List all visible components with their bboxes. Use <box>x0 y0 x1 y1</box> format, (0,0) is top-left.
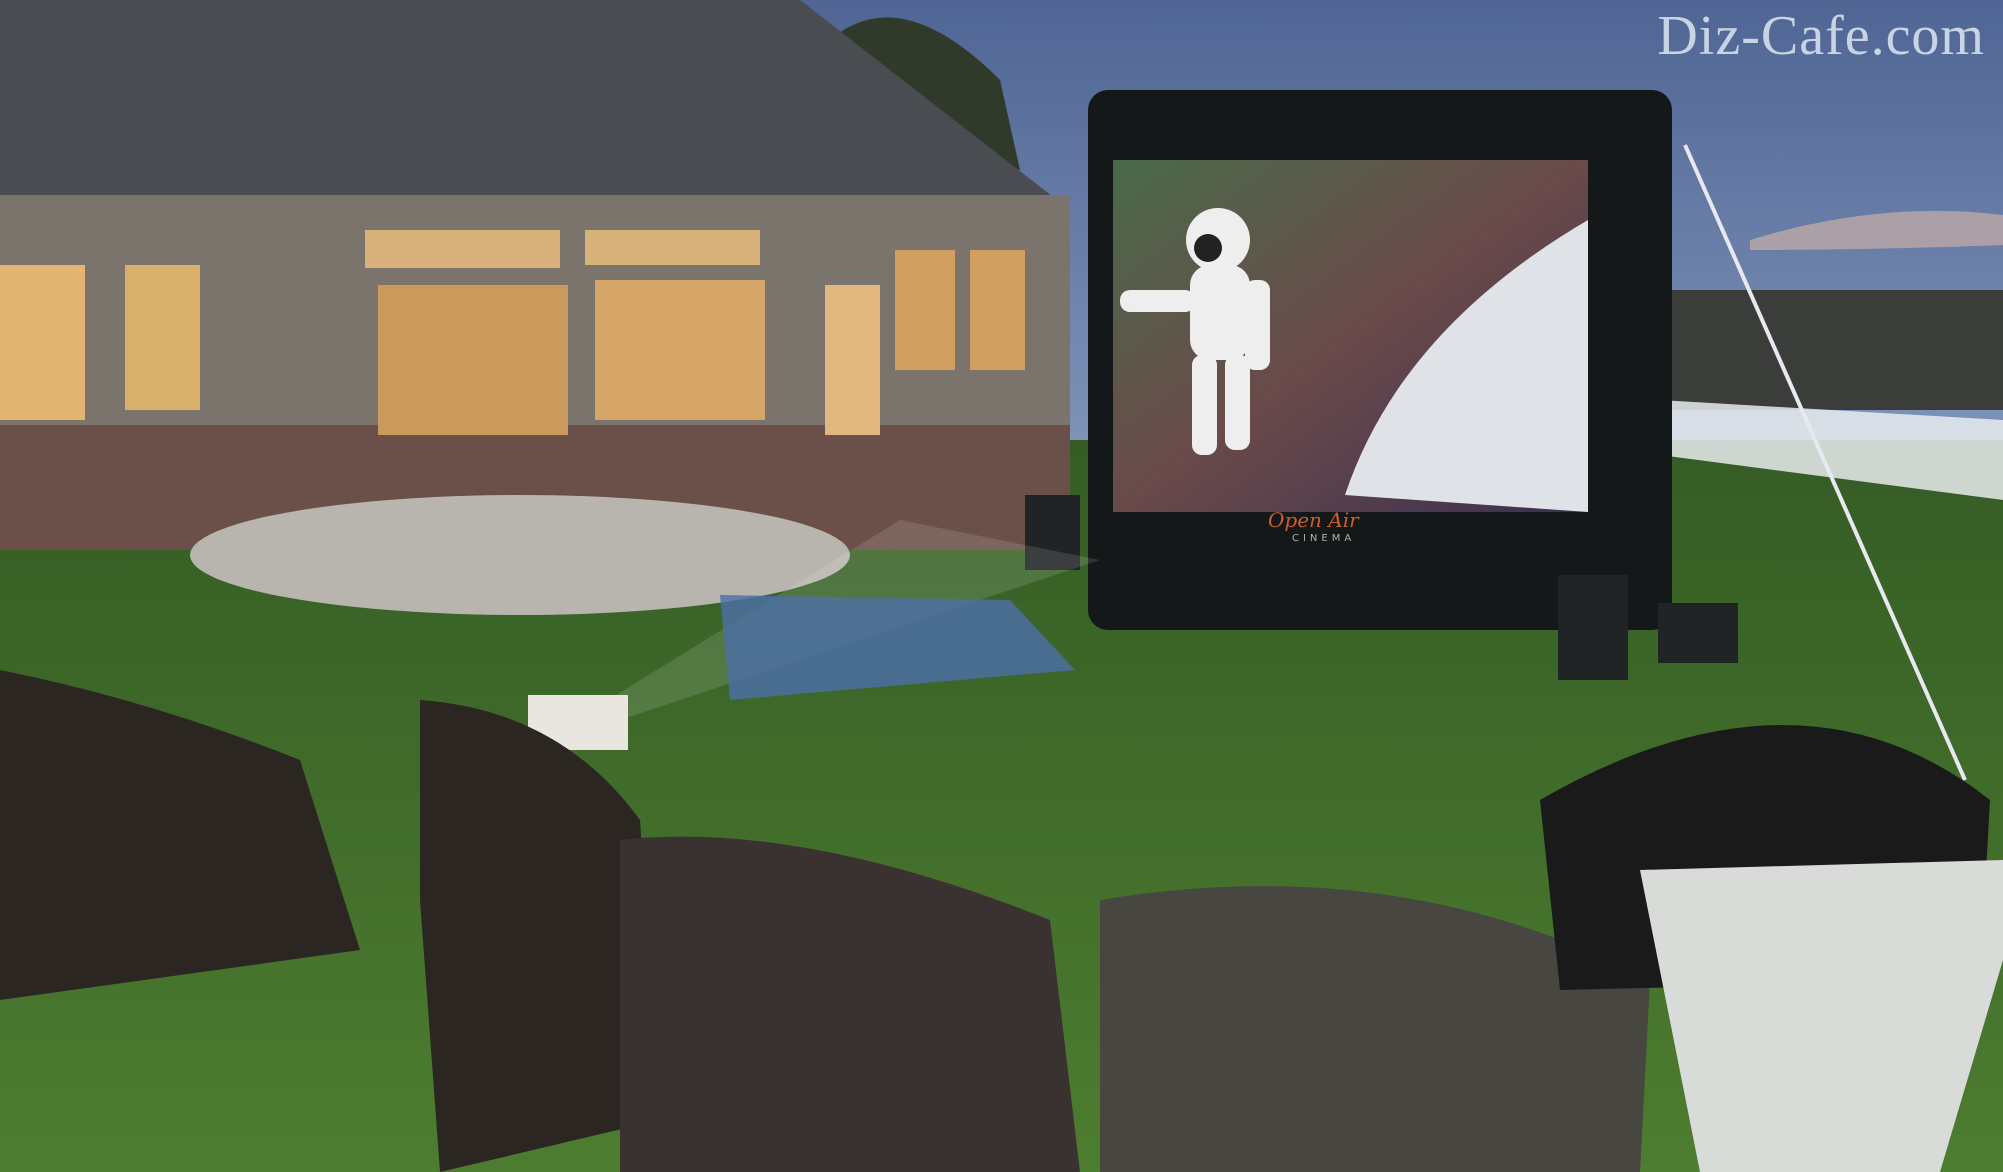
watermark: Diz-Cafe.com <box>1657 5 1985 67</box>
screen-logo: Open Air <box>1268 508 1359 532</box>
window <box>378 285 568 435</box>
window <box>595 280 765 420</box>
screen-logo-subtitle: CINEMA <box>1292 533 1356 544</box>
window <box>970 250 1025 370</box>
window <box>125 265 200 410</box>
speaker <box>1658 603 1738 663</box>
window <box>895 250 955 370</box>
distant-trees <box>1660 290 2003 410</box>
door <box>825 285 880 435</box>
speaker <box>1558 575 1628 680</box>
window <box>585 230 760 265</box>
window <box>0 265 85 420</box>
scene-illustration <box>0 0 2003 1172</box>
backyard-movie-scene: Diz-Cafe.com Open Air CINEMA <box>0 0 2003 1172</box>
window <box>365 230 560 268</box>
